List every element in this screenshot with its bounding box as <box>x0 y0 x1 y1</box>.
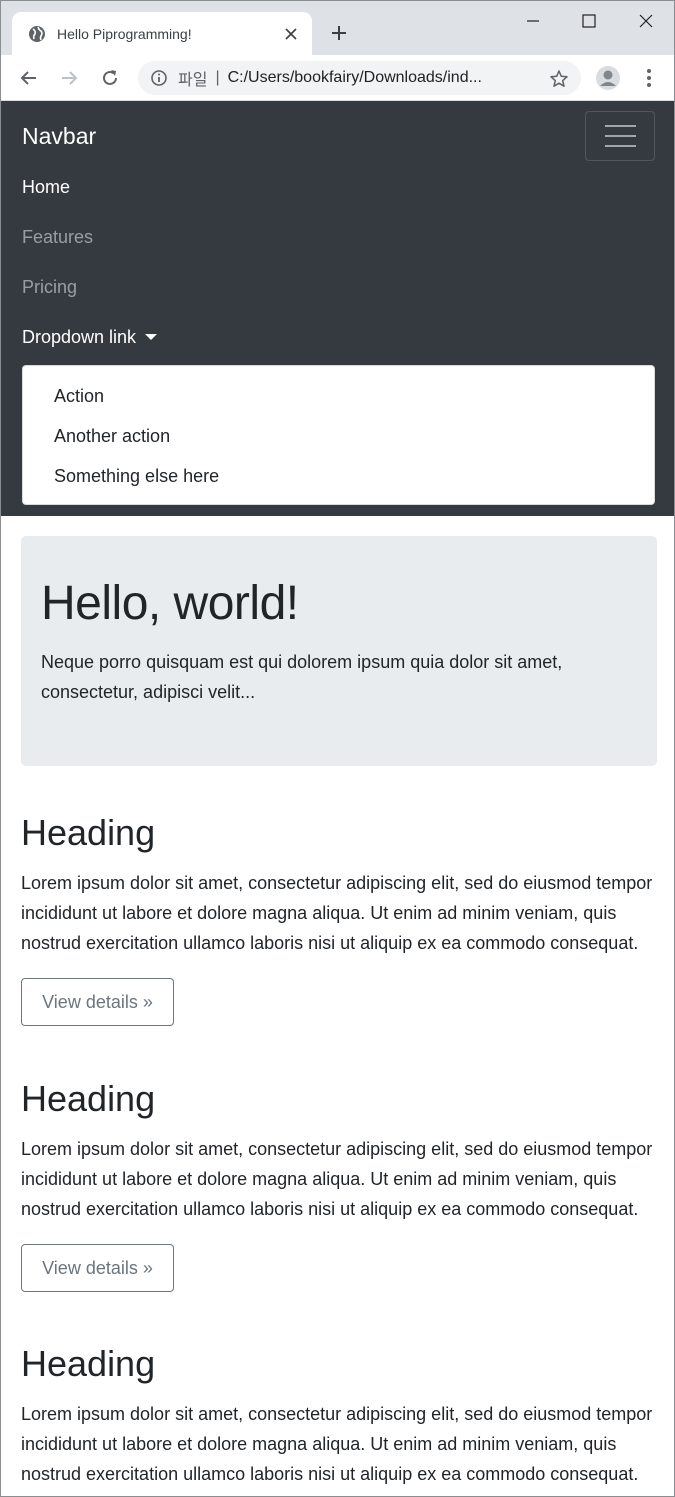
url-text[interactable]: C:/Users/bookfairy/Downloads/ind... <box>228 69 518 87</box>
info-icon[interactable] <box>150 69 168 87</box>
browser-tab[interactable]: Hello Piprogramming! <box>12 12 312 55</box>
content-section: Heading Lorem ipsum dolor sit amet, cons… <box>21 811 657 1026</box>
reload-icon[interactable] <box>99 67 121 89</box>
close-window-icon[interactable] <box>636 11 656 31</box>
dropdown-link-label: Dropdown link <box>22 327 137 347</box>
nav-link-home[interactable]: Home <box>22 177 70 198</box>
dropdown-menu: Action Another action Something else her… <box>22 365 655 505</box>
jumbotron-text: Neque porro quisquam est qui dolorem ips… <box>41 652 563 702</box>
url-scheme: 파일 <box>178 72 208 89</box>
hamburger-icon <box>605 125 636 127</box>
browser-tab-strip: Hello Piprogramming! <box>1 1 674 55</box>
section-heading: Heading <box>21 1343 156 1384</box>
forward-arrow-icon[interactable] <box>58 67 80 89</box>
minimize-icon[interactable] <box>523 11 543 31</box>
profile-avatar-icon[interactable] <box>595 65 621 91</box>
tab-title: Hello Piprogramming! <box>57 25 192 42</box>
back-arrow-icon[interactable] <box>18 67 40 89</box>
dropdown-item-another-action[interactable]: Another action <box>54 426 170 447</box>
view-details-button[interactable]: View details » <box>21 1244 174 1292</box>
section-heading: Heading <box>21 812 156 853</box>
content-section: Heading Lorem ipsum dolor sit amet, cons… <box>21 1342 657 1489</box>
jumbotron-title: Hello, world! <box>41 577 299 630</box>
globe-icon <box>29 25 45 42</box>
kebab-menu-icon[interactable] <box>638 67 660 89</box>
address-bar[interactable]: 파일 | C:/Users/bookfairy/Downloads/ind... <box>138 61 581 95</box>
section-text: Lorem ipsum dolor sit amet, consectetur … <box>21 873 653 953</box>
new-tab-icon[interactable] <box>329 23 349 43</box>
nav-link-dropdown[interactable]: Dropdown link <box>22 327 158 348</box>
content-section: Heading Lorem ipsum dolor sit amet, cons… <box>21 1077 657 1292</box>
close-tab-icon[interactable] <box>284 27 298 41</box>
dropdown-item-something-else[interactable]: Something else here <box>54 466 219 487</box>
view-details-button[interactable]: View details » <box>21 978 174 1026</box>
section-text: Lorem ipsum dolor sit amet, consectetur … <box>21 1139 653 1219</box>
section-text: Lorem ipsum dolor sit amet, consectetur … <box>21 1404 653 1484</box>
section-heading: Heading <box>21 1078 156 1119</box>
jumbotron: Hello, world! Neque porro quisquam est q… <box>21 536 657 766</box>
nav-link-features[interactable]: Features <box>22 227 93 248</box>
navbar-brand[interactable]: Navbar <box>22 123 96 150</box>
url-separator: | <box>215 69 220 86</box>
nav-link-pricing[interactable]: Pricing <box>22 277 77 298</box>
bookmark-star-icon[interactable] <box>549 69 569 89</box>
navbar-toggler-button[interactable] <box>585 111 655 161</box>
dropdown-item-action[interactable]: Action <box>54 386 104 407</box>
maximize-icon[interactable] <box>579 11 599 31</box>
browser-toolbar: 파일 | C:/Users/bookfairy/Downloads/ind... <box>1 55 674 101</box>
navbar: Navbar Home Features Pricing Dropdown li… <box>1 101 674 516</box>
caret-down-icon <box>145 334 158 340</box>
